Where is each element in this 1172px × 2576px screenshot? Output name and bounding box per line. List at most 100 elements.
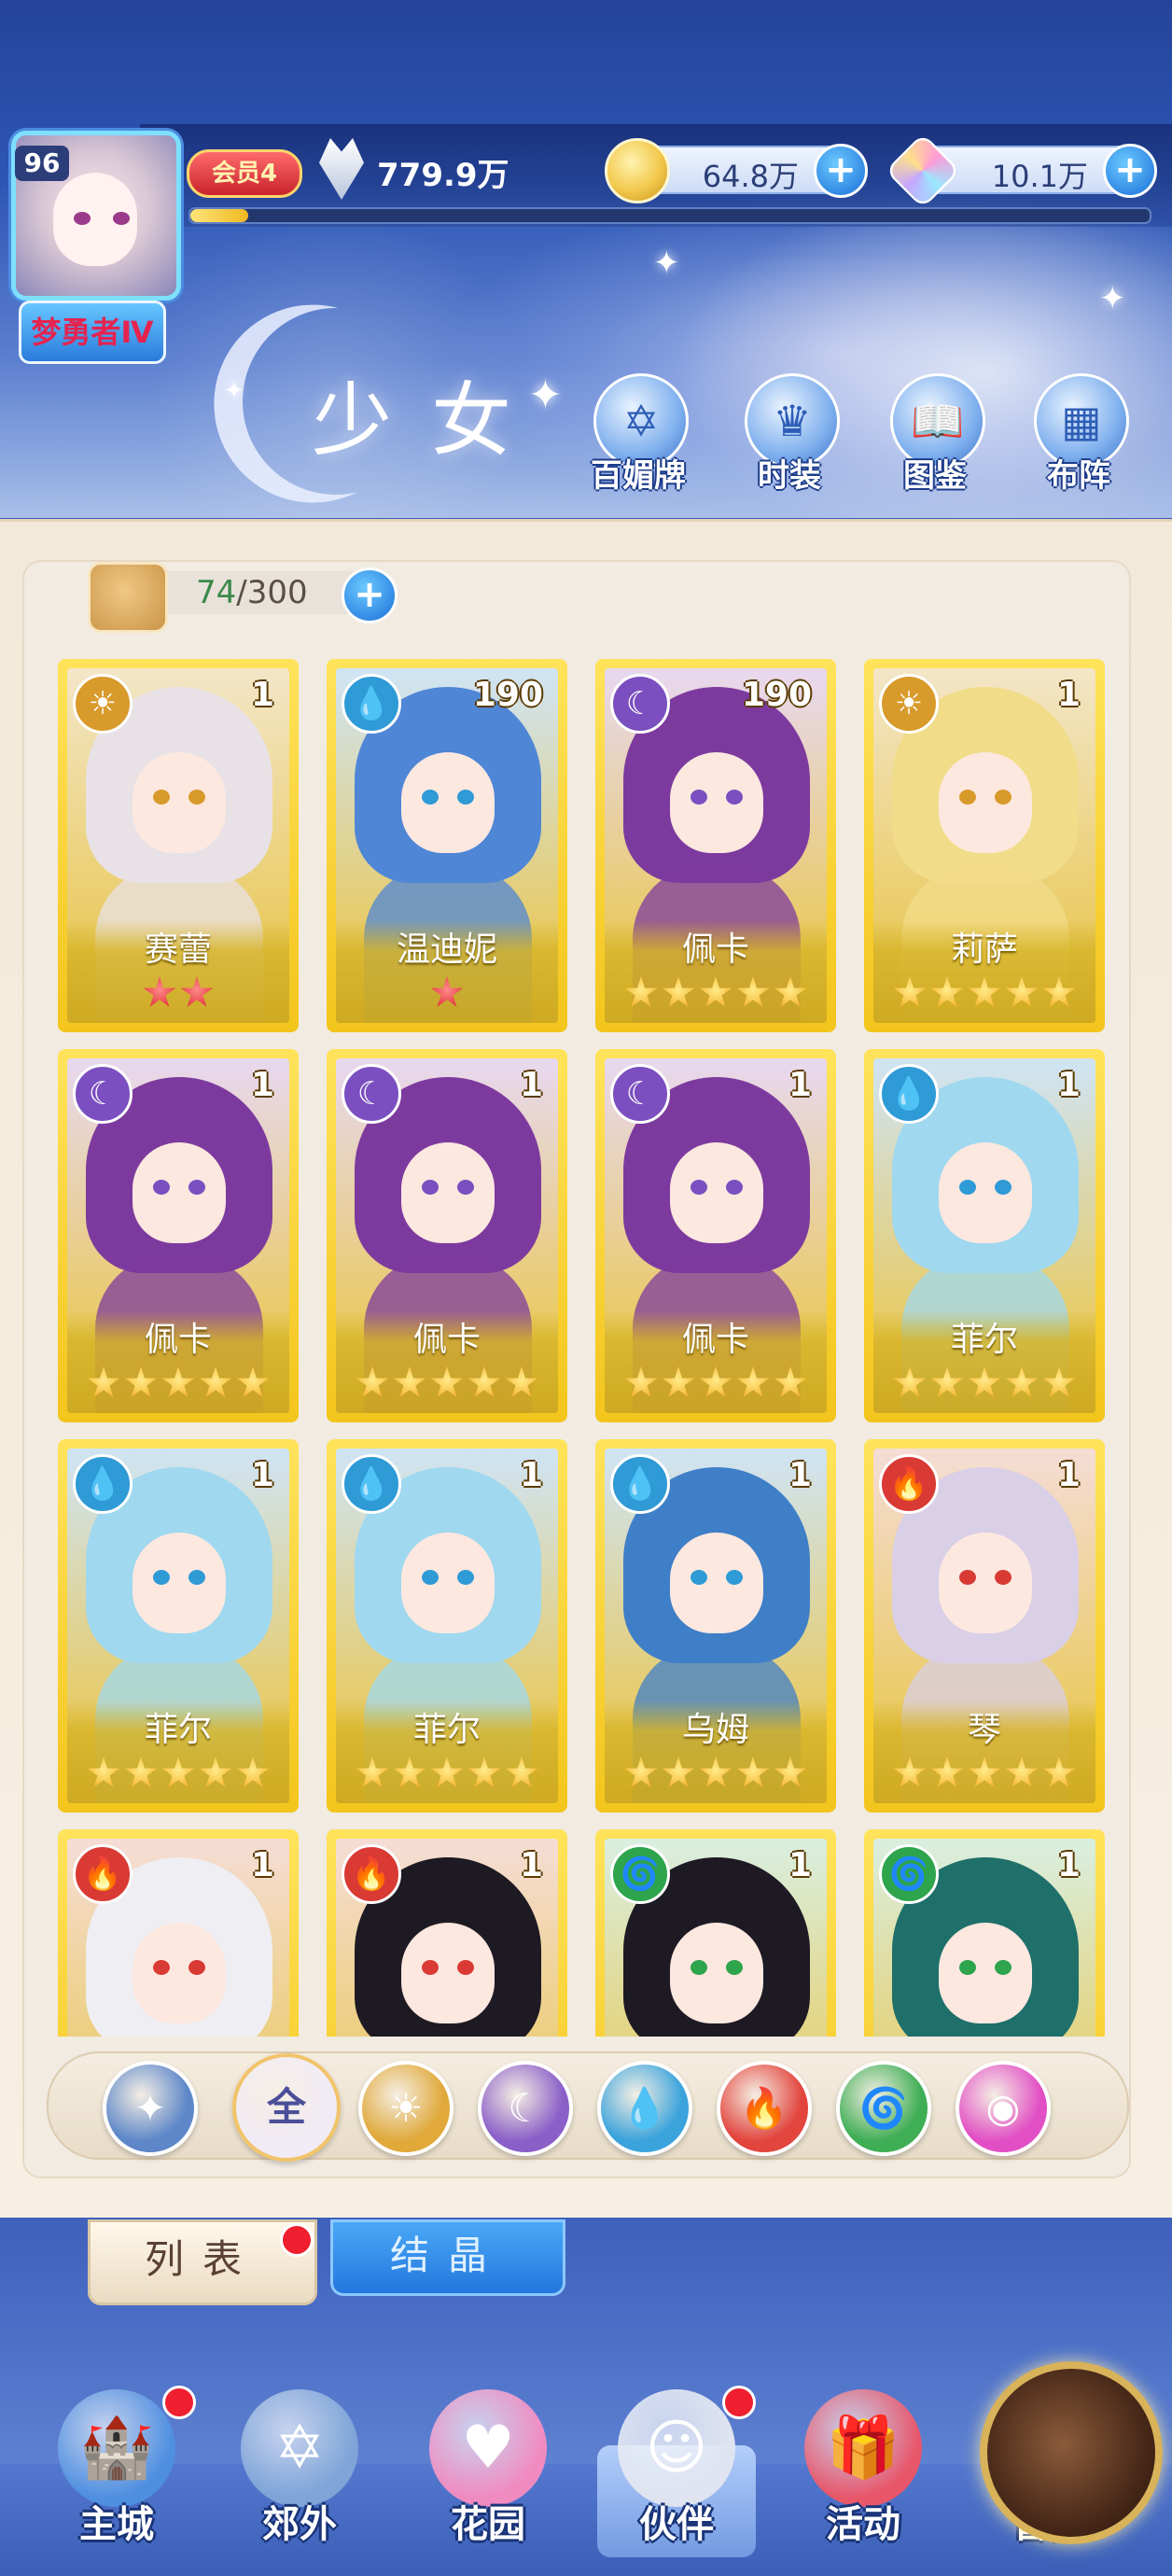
nav-gift-button[interactable]: 🎁 活动: [784, 2389, 942, 2557]
star-icon: [199, 1757, 232, 1787]
partner-card[interactable]: 🔥 1: [327, 1829, 567, 2037]
partner-portrait: 🌀 1: [605, 1839, 827, 2037]
combat-power-value: 779.9万: [377, 157, 509, 194]
star-rating: [605, 1757, 827, 1794]
card-name: 温迪妮: [396, 931, 497, 969]
star-icon: [736, 976, 770, 1007]
moon-icon: ☾: [508, 2085, 543, 2131]
nav-partner-button[interactable]: ☺ 伙伴: [597, 2386, 756, 2557]
portrait-shape: [726, 1960, 743, 1975]
fire-element-icon: 🔥: [73, 1844, 133, 1904]
tab-crystal[interactable]: 结晶: [330, 2219, 565, 2296]
filter-wind-button[interactable]: 🌀: [836, 2061, 931, 2156]
partner-portrait: 💧 1 菲尔: [67, 1449, 289, 1803]
castle-icon: 🏰: [58, 2389, 175, 2507]
star-rating: [67, 976, 289, 1014]
partner-portrait: 🔥 1: [336, 1839, 558, 2037]
star-icon: [1005, 1366, 1039, 1397]
nav-castle-button[interactable]: 🏰 主城: [37, 2386, 196, 2557]
partner-card[interactable]: 🌀 1: [864, 1829, 1105, 2037]
menu-cards-button[interactable]: ✡ 百媚牌: [573, 373, 704, 504]
add-gems-button[interactable]: +: [1103, 144, 1157, 198]
nav-heart-button[interactable]: ♥ 花园: [409, 2389, 567, 2557]
partner-card[interactable]: ☾ 1 佩卡: [595, 1049, 836, 1422]
portrait-shape: [959, 1180, 976, 1195]
moon-element-icon: ☾: [73, 1064, 133, 1124]
filter-water-button[interactable]: 💧: [597, 2061, 692, 2156]
star-icon: [356, 1366, 389, 1397]
star-icon: [736, 1366, 770, 1397]
star-icon: [393, 1757, 426, 1787]
filter-collapse-button[interactable]: ✦: [103, 2061, 198, 2156]
card-count: 1: [519, 1846, 543, 1884]
partner-card[interactable]: 🔥 1: [58, 1829, 299, 2037]
gem-resource: 10.1万 +: [885, 133, 1157, 209]
star-icon: [236, 1366, 270, 1397]
nav-label: 活动: [826, 2503, 900, 2546]
page-title: 少女: [312, 374, 551, 468]
menu-codex-button[interactable]: 📖 图鉴: [870, 373, 1000, 504]
filter-star-button[interactable]: ◉: [956, 2061, 1051, 2156]
card-count: 1: [250, 1456, 274, 1494]
player-rank-badge[interactable]: 梦勇者Ⅳ: [19, 301, 166, 364]
partner-card[interactable]: ☀ 1 莉萨: [864, 659, 1105, 1032]
partner-card[interactable]: 💧 1 菲尔: [58, 1439, 299, 1813]
partner-card[interactable]: ☾ 190 佩卡: [595, 659, 836, 1032]
partner-card[interactable]: ☾ 1 佩卡: [327, 1049, 567, 1422]
portal-icon: ✡: [241, 2389, 358, 2507]
partner-card[interactable]: 💧 1 乌姆: [595, 1439, 836, 1813]
star-icon: [143, 976, 176, 1007]
card-count: 1: [1056, 1846, 1081, 1884]
star-icon: [774, 1366, 807, 1397]
partner-card[interactable]: ☾ 1 佩卡: [58, 1049, 299, 1422]
partner-portrait: ☀ 1 赛蕾: [67, 668, 289, 1023]
fire-element-icon: 🔥: [879, 1454, 939, 1514]
water-element-icon: 💧: [342, 674, 401, 734]
star-icon: [774, 1757, 807, 1787]
star-icon: [430, 976, 464, 1007]
card-name: 菲尔: [144, 1711, 212, 1749]
portrait-shape: [939, 1923, 1032, 2023]
menu-label: 百媚牌: [591, 457, 686, 495]
partner-card[interactable]: 💧 190 温迪妮: [327, 659, 567, 1032]
menu-label: 时装: [758, 457, 821, 495]
card-name: 佩卡: [144, 1321, 212, 1359]
partner-card[interactable]: 🌀 1: [595, 1829, 836, 2037]
star-icon: [736, 1757, 770, 1787]
filter-fire-button[interactable]: 🔥: [717, 2061, 812, 2156]
menu-formation-button[interactable]: ▦ 布阵: [1013, 373, 1144, 504]
expand-inventory-button[interactable]: +: [342, 567, 398, 623]
card-count: 1: [250, 1066, 274, 1104]
nav-label: 郊外: [262, 2503, 337, 2546]
inventory-max: /300: [236, 574, 308, 611]
partner-card-grid[interactable]: ☀ 1 赛蕾 💧 190 温迪妮 ☾ 190 佩卡 ☀ 1 莉萨 ☾ 1 佩卡 ☾ 1 佩卡 ☾ 1 佩卡 💧 1 菲尔 💧 1 菲…: [37, 644, 1135, 2037]
wind-element-icon: 🌀: [879, 1844, 939, 1904]
star-icon: [930, 1366, 964, 1397]
filter-sun-button[interactable]: ☀: [358, 2061, 453, 2156]
vip-badge[interactable]: 会员4: [187, 149, 302, 198]
star-icon: [624, 1757, 658, 1787]
partner-card[interactable]: 🔥 1 琴: [864, 1439, 1105, 1813]
filter-all-button[interactable]: 全: [232, 2053, 341, 2162]
compass-icon[interactable]: [980, 2361, 1163, 2544]
fire-icon: 🔥: [739, 2085, 789, 2131]
star-icon: [1042, 976, 1076, 1007]
inventory-current: 74: [196, 574, 237, 611]
filter-moon-button[interactable]: ☾: [478, 2061, 573, 2156]
portrait-shape: [188, 1180, 205, 1195]
menu-outfit-button[interactable]: ♛ 时装: [724, 373, 855, 504]
coin-value: 64.8万: [702, 159, 799, 194]
sparkle-icon: ✦: [224, 377, 244, 405]
partner-card[interactable]: 💧 1 菲尔: [864, 1049, 1105, 1422]
wind-icon: 🌀: [858, 2085, 909, 2131]
card-name: 菲尔: [950, 1321, 1018, 1359]
nav-portal-button[interactable]: ✡ 郊外: [220, 2389, 379, 2557]
partner-card[interactable]: 💧 1 菲尔: [327, 1439, 567, 1813]
add-coins-button[interactable]: +: [814, 144, 868, 198]
partner-card[interactable]: ☀ 1 赛蕾: [58, 659, 299, 1032]
portrait-shape: [959, 790, 976, 805]
card-count: 1: [519, 1456, 543, 1494]
sun-icon: ☀: [388, 2085, 424, 2131]
portrait-shape: [422, 1180, 439, 1195]
portrait-shape: [670, 1142, 763, 1243]
